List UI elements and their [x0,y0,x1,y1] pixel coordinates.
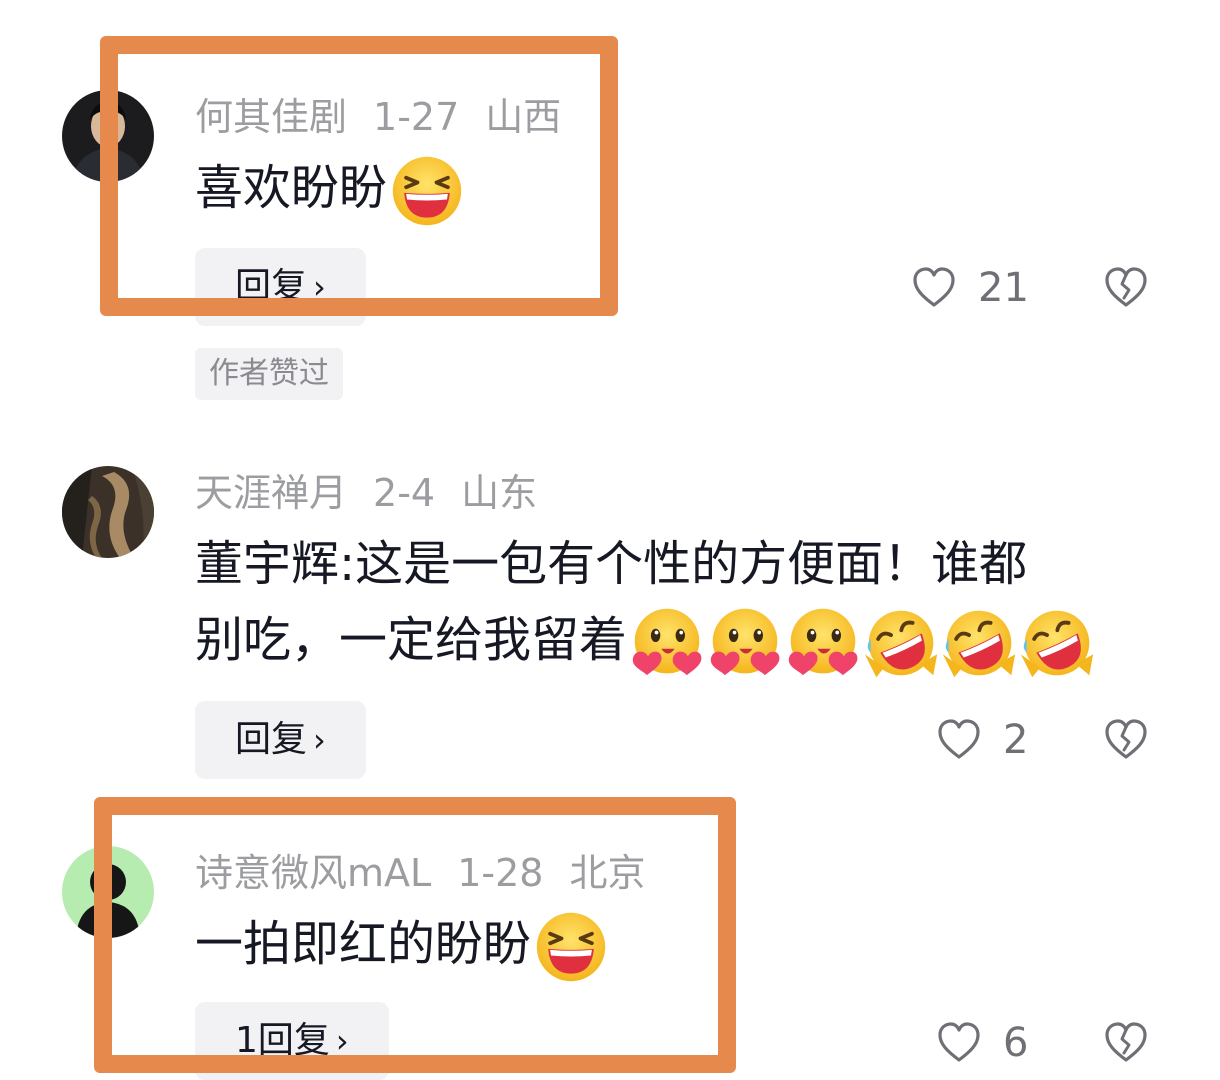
grinning-squint-emoji-icon [533,909,609,985]
username[interactable]: 诗意微风mAL [195,851,431,895]
comment-meta: 何其佳剧 1-27 山西 [195,95,587,139]
broken-heart-icon[interactable] [1102,716,1150,764]
broken-heart-icon[interactable] [1102,264,1150,312]
hugging-emoji-icon [785,605,861,681]
avatar[interactable] [62,846,154,938]
broken-heart-icon[interactable] [1102,1019,1150,1067]
chevron-right-icon: › [335,1022,349,1060]
like-button[interactable]: 21 [910,264,1029,312]
hugging-emoji-icon [707,605,783,681]
like-count: 6 [1003,1020,1029,1066]
avatar[interactable] [62,466,154,558]
comment-date: 1-28 [457,851,544,895]
grinning-squint-emoji-icon [389,153,465,229]
username[interactable]: 天涯禅月 [195,471,347,515]
reply-button[interactable]: 回复 › [195,701,366,779]
comment-text-line-1: 董宇辉:这是一包有个性的方便面！谁都 [195,536,1028,592]
comment-meta: 诗意微风mAL 1-28 北京 [195,851,671,895]
heart-icon [935,1019,983,1067]
like-count: 2 [1003,717,1029,763]
hugging-emoji-icon [629,605,705,681]
like-button[interactable]: 2 [935,716,1028,764]
rolling-laughing-emoji-icon [863,605,939,681]
author-liked-badge: 作者赞过 [195,348,343,400]
comment-text: 一拍即红的盼盼 [195,906,609,985]
comment-location: 北京 [569,851,646,895]
like-count: 21 [978,265,1029,311]
comment-text: 喜欢盼盼 [195,150,465,229]
comment-location: 山东 [461,471,538,515]
heart-icon [910,264,958,312]
username[interactable]: 何其佳剧 [195,95,347,139]
replies-button[interactable]: 1回复 › [195,1002,389,1080]
comment-location: 山西 [485,95,562,139]
chevron-right-icon: › [313,721,326,759]
like-button[interactable]: 6 [935,1019,1028,1067]
rolling-laughing-emoji-icon [941,605,1017,681]
avatar[interactable] [62,90,154,182]
chevron-right-icon: › [313,268,326,306]
comment-date: 1-27 [373,95,460,139]
reply-button[interactable]: 回复 › [195,248,366,326]
comment-meta: 天涯禅月 2-4 山东 [195,471,563,515]
comment-date: 2-4 [373,471,436,515]
rolling-laughing-emoji-icon [1019,605,1095,681]
comment-text-line-2: 别吃，一定给我留着 [195,602,1095,681]
heart-icon [935,716,983,764]
